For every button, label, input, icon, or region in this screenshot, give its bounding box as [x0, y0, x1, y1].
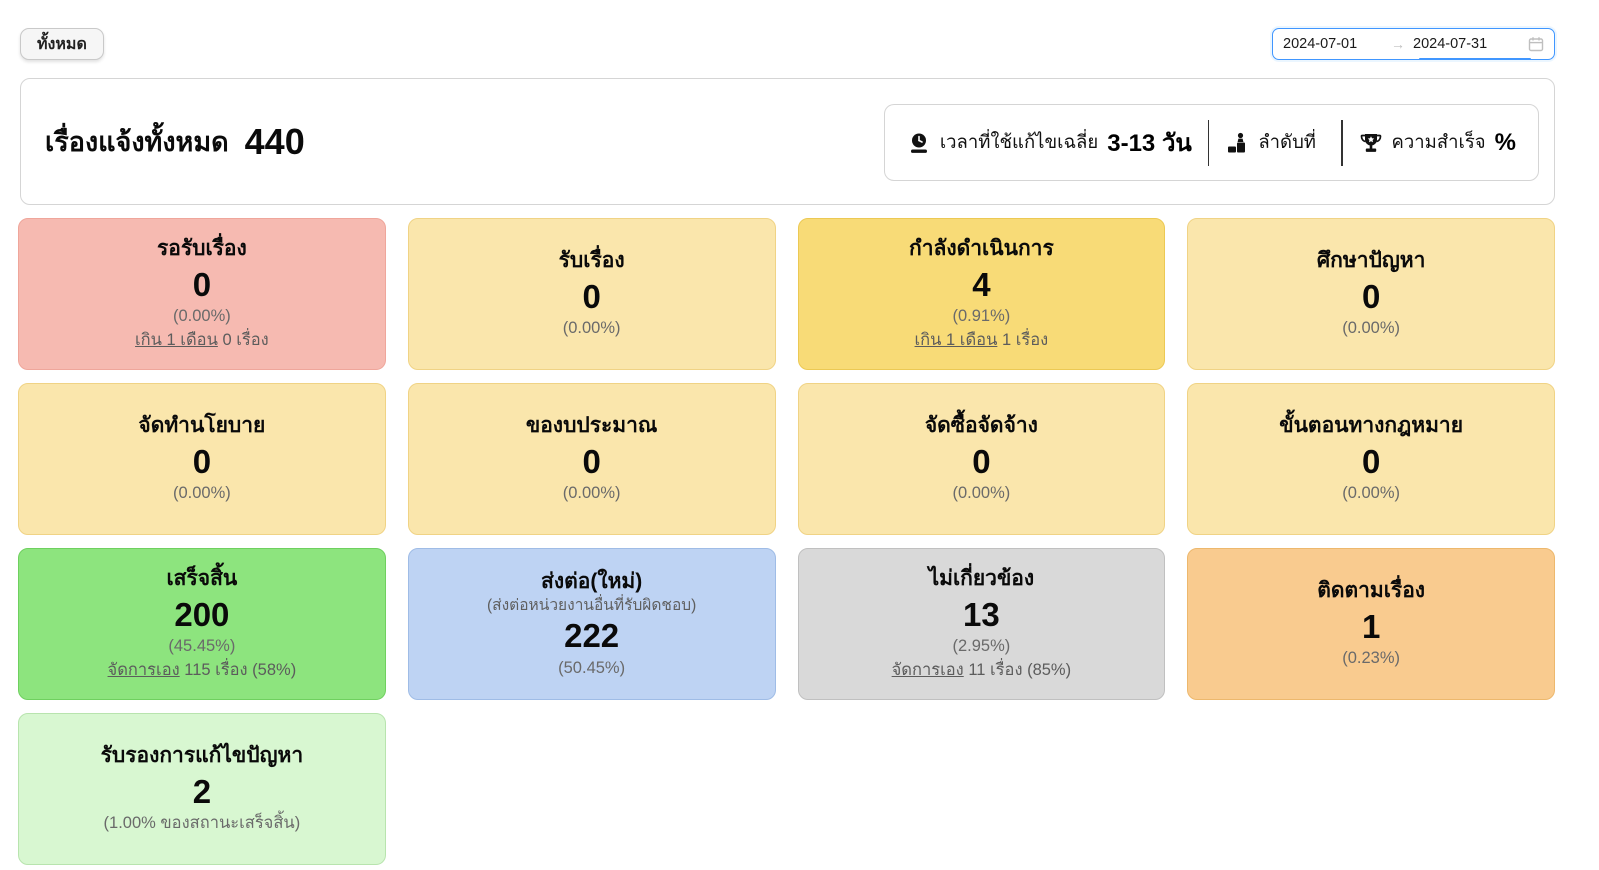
- status-card-title: รับเรื่อง: [559, 247, 625, 275]
- status-card-study[interactable]: ศึกษาปัญหา 0 (0.00%): [1187, 218, 1555, 370]
- status-card-title: ติดตามเรื่อง: [1317, 577, 1425, 605]
- date-range-picker[interactable]: →: [1272, 28, 1555, 60]
- ranking-stat: ลำดับที่: [1225, 128, 1325, 157]
- status-card-link[interactable]: จัดการเอง: [108, 661, 180, 679]
- total-reports-label: เรื่องแจ้งทั้งหมด: [45, 120, 229, 163]
- status-card-value: 200: [174, 594, 229, 635]
- status-card-subtitle: (ส่งต่อหน่วยงานอื่นที่รับผิดชอบ): [487, 596, 696, 615]
- status-card-waiting[interactable]: รอรับเรื่อง 0 (0.00%) เกิน 1 เดือน 0 เรื…: [18, 218, 386, 370]
- status-card-percent: (0.00%): [952, 482, 1010, 506]
- status-card-value: 0: [193, 441, 211, 482]
- status-card-title: จัดทำนโยบาย: [138, 412, 265, 440]
- status-card-link-suffix: 1 เรื่อง: [997, 331, 1048, 349]
- status-card-title: รับรองการแก้ไขปัญหา: [101, 742, 304, 770]
- summary-stats-box: เวลาที่ใช้แก้ไขเฉลี่ย 3-13 วัน ลำดับที่: [884, 104, 1539, 181]
- avg-fix-time-value: 3-13 วัน: [1107, 123, 1192, 162]
- status-card-forwarded[interactable]: ส่งต่อ(ใหม่) (ส่งต่อหน่วยงานอื่นที่รับผิ…: [408, 548, 776, 700]
- status-card-value: 0: [582, 276, 600, 317]
- end-date-input[interactable]: [1413, 36, 1519, 52]
- range-arrow-icon: →: [1391, 36, 1405, 52]
- status-card-done[interactable]: เสร็จสิ้น 200 (45.45%) จัดการเอง 115 เรื…: [18, 548, 386, 700]
- stats-divider: [1208, 120, 1210, 166]
- status-card-procurement[interactable]: จัดซื้อจัดจ้าง 0 (0.00%): [798, 383, 1166, 535]
- status-card-policy[interactable]: จัดทำนโยบาย 0 (0.00%): [18, 383, 386, 535]
- status-card-unrelated[interactable]: ไม่เกี่ยวข้อง 13 (2.95%) จัดการเอง 11 เร…: [798, 548, 1166, 700]
- status-card-percent: (0.00%): [1342, 482, 1400, 506]
- status-card-value: 0: [1362, 441, 1380, 482]
- clock-icon: [907, 131, 931, 155]
- status-card-percent: (0.00%): [173, 305, 231, 329]
- status-card-extra: เกิน 1 เดือน 0 เรื่อง: [135, 329, 269, 353]
- status-cards-grid: รอรับเรื่อง 0 (0.00%) เกิน 1 เดือน 0 เรื…: [18, 218, 1555, 865]
- status-card-title: ของบประมาณ: [526, 412, 658, 440]
- status-card-extra: เกิน 1 เดือน 1 เรื่อง: [915, 329, 1049, 353]
- status-card-budget[interactable]: ของบประมาณ 0 (0.00%): [408, 383, 776, 535]
- status-card-extra: จัดการเอง 115 เรื่อง (58%): [108, 659, 297, 683]
- status-card-value: 222: [564, 615, 619, 656]
- topbar: ทั้งหมด →: [0, 0, 1599, 70]
- ranking-label: ลำดับที่: [1258, 128, 1316, 157]
- status-card-value: 13: [963, 594, 1000, 635]
- avg-fix-time-label: เวลาที่ใช้แก้ไขเฉลี่ย: [940, 128, 1098, 157]
- status-card-title: ศึกษาปัญหา: [1317, 247, 1426, 275]
- active-date-indicator: [1419, 58, 1531, 60]
- success-label: ความสำเร็จ: [1392, 128, 1486, 157]
- status-card-title: กำลังดำเนินการ: [909, 235, 1054, 263]
- status-card-link[interactable]: เกิน 1 เดือน: [135, 331, 218, 349]
- status-card-title: ส่งต่อ(ใหม่): [541, 568, 642, 596]
- status-card-received[interactable]: รับเรื่อง 0 (0.00%): [408, 218, 776, 370]
- calendar-icon: [1528, 36, 1544, 52]
- total-reports-value: 440: [245, 121, 305, 163]
- status-card-value: 0: [972, 441, 990, 482]
- status-card-value: 0: [193, 264, 211, 305]
- status-card-percent: (0.00%): [173, 482, 231, 506]
- status-card-extra: จัดการเอง 11 เรื่อง (85%): [892, 659, 1071, 683]
- status-card-title: รอรับเรื่อง: [157, 235, 247, 263]
- status-card-percent: (0.00%): [563, 482, 621, 506]
- status-card-link-suffix: 115 เรื่อง (58%): [180, 661, 297, 679]
- status-card-legal[interactable]: ขั้นตอนทางกฎหมาย 0 (0.00%): [1187, 383, 1555, 535]
- status-card-title: จัดซื้อจัดจ้าง: [925, 412, 1038, 440]
- status-card-title: ขั้นตอนทางกฎหมาย: [1279, 412, 1463, 440]
- success-stat: ความสำเร็จ %: [1359, 128, 1516, 157]
- status-card-percent: (45.45%): [168, 635, 235, 659]
- status-card-value: 1: [1362, 606, 1380, 647]
- status-card-percent: (0.23%): [1342, 647, 1400, 671]
- status-card-value: 0: [582, 441, 600, 482]
- filter-all-button[interactable]: ทั้งหมด: [20, 28, 104, 60]
- trophy-icon: [1359, 131, 1383, 155]
- start-date-input[interactable]: [1283, 36, 1389, 52]
- status-card-percent: (50.45%): [558, 657, 625, 681]
- status-card-link[interactable]: จัดการเอง: [892, 661, 964, 679]
- status-card-title: เสร็จสิ้น: [166, 565, 237, 593]
- status-card-link[interactable]: เกิน 1 เดือน: [915, 331, 998, 349]
- ranking-icon: [1225, 131, 1249, 155]
- status-card-percent: (1.00% ของสถานะเสร็จสิ้น): [104, 812, 301, 836]
- status-card-percent: (0.00%): [563, 317, 621, 341]
- status-card-follow-up[interactable]: ติดตามเรื่อง 1 (0.23%): [1187, 548, 1555, 700]
- status-card-value: 0: [1362, 276, 1380, 317]
- status-card-percent: (0.91%): [952, 305, 1010, 329]
- status-card-in-progress[interactable]: กำลังดำเนินการ 4 (0.91%) เกิน 1 เดือน 1 …: [798, 218, 1166, 370]
- avg-fix-time-stat: เวลาที่ใช้แก้ไขเฉลี่ย 3-13 วัน: [907, 123, 1192, 162]
- summary-card: เรื่องแจ้งทั้งหมด 440 เวลาที่ใช้แก้ไขเฉล…: [20, 78, 1555, 205]
- total-reports: เรื่องแจ้งทั้งหมด 440: [45, 120, 305, 163]
- status-card-link-suffix: 0 เรื่อง: [218, 331, 269, 349]
- status-card-value: 4: [972, 264, 990, 305]
- stats-divider: [1341, 120, 1343, 166]
- status-card-value: 2: [193, 771, 211, 812]
- status-card-certified[interactable]: รับรองการแก้ไขปัญหา 2 (1.00% ของสถานะเสร…: [18, 713, 386, 865]
- status-card-percent: (0.00%): [1342, 317, 1400, 341]
- status-card-percent: (2.95%): [952, 635, 1010, 659]
- success-value: %: [1495, 129, 1516, 157]
- status-card-title: ไม่เกี่ยวข้อง: [929, 565, 1035, 593]
- status-card-link-suffix: 11 เรื่อง (85%): [964, 661, 1071, 679]
